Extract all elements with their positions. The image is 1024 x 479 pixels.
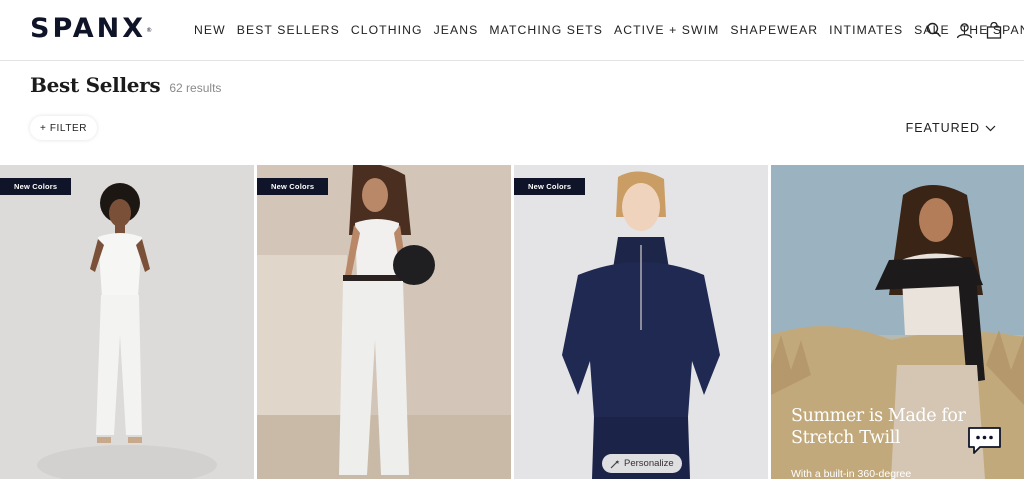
account-icon[interactable]: [954, 20, 974, 40]
results-count: 62 results: [169, 81, 222, 95]
search-icon[interactable]: [924, 20, 944, 40]
promo-headline: Summer is Made for Stretch Twill: [791, 406, 966, 448]
sparkle-wand-icon: [610, 459, 620, 468]
nav-item-active-swim[interactable]: ACTIVE + SWIM: [614, 22, 719, 38]
nav-item-intimates[interactable]: INTIMATES: [829, 22, 903, 38]
header-icons: [924, 20, 1004, 40]
bag-icon[interactable]: [984, 20, 1004, 40]
product-tile[interactable]: New Colors: [257, 165, 511, 479]
new-colors-badge: New Colors: [0, 178, 72, 195]
filter-button[interactable]: + FILTER: [30, 116, 98, 140]
product-tile[interactable]: New Colors Personalize: [514, 165, 768, 479]
personalize-button[interactable]: Personalize: [602, 454, 682, 473]
nav-item-new[interactable]: NEW: [194, 22, 226, 38]
page-title: Best Sellers: [30, 73, 161, 97]
new-colors-badge: New Colors: [257, 178, 329, 195]
product-image: [0, 165, 254, 479]
nav-item-clothing[interactable]: CLOTHING: [351, 22, 423, 38]
product-grid: New Colors New Colors New Colors Persona…: [0, 165, 1024, 479]
nav-item-shapewear[interactable]: SHAPEWEAR: [730, 22, 818, 38]
spanx-logo[interactable]: SPANX®: [30, 14, 152, 44]
new-colors-badge: New Colors: [514, 178, 586, 195]
main-nav: NEW BEST SELLERS CLOTHING JEANS MATCHING…: [194, 22, 1024, 38]
product-image: [257, 165, 511, 479]
nav-item-matching-sets[interactable]: MATCHING SETS: [489, 22, 603, 38]
title-row: Best Sellers 62 results: [30, 73, 221, 97]
product-image: [514, 165, 768, 479]
promo-subtext: With a built-in 360-degree: [791, 468, 912, 479]
product-tile[interactable]: New Colors: [0, 165, 254, 479]
sort-label: FEATURED: [905, 121, 980, 135]
sort-dropdown[interactable]: FEATURED: [906, 121, 996, 135]
nav-item-jeans[interactable]: JEANS: [434, 22, 479, 38]
chat-button[interactable]: [967, 426, 1002, 456]
chevron-down-icon: [985, 125, 996, 131]
chat-bubble-icon: [968, 427, 1001, 454]
site-header: SPANX® NEW BEST SELLERS CLOTHING JEANS M…: [0, 0, 1024, 61]
personalize-label: Personalize: [624, 458, 674, 469]
nav-item-best-sellers[interactable]: BEST SELLERS: [237, 22, 340, 38]
